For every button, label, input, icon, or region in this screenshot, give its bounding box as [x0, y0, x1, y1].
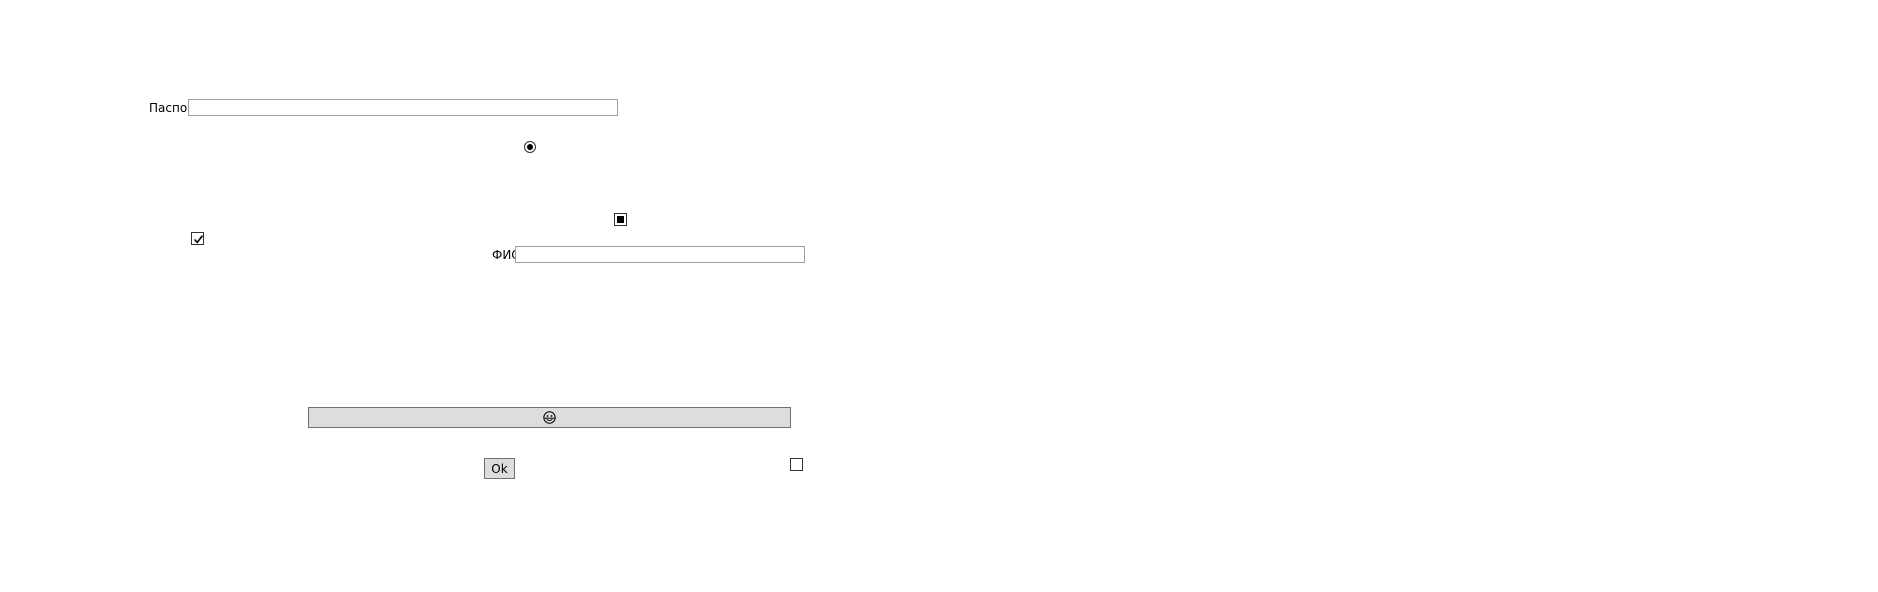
checkmark-icon — [193, 235, 204, 244]
radio-selected-dot — [527, 144, 533, 150]
fio-input[interactable] — [515, 246, 805, 263]
checked-checkbox[interactable] — [191, 232, 204, 245]
emoji-button[interactable] — [308, 407, 791, 428]
indeterminate-checkbox[interactable] — [614, 213, 627, 226]
indeterminate-fill — [617, 216, 624, 223]
unchecked-checkbox[interactable] — [790, 458, 803, 471]
radio-button[interactable] — [524, 141, 536, 153]
ok-button[interactable]: Ok — [484, 458, 515, 479]
passport-input[interactable] — [188, 99, 618, 116]
emoji-face-icon — [543, 411, 556, 424]
